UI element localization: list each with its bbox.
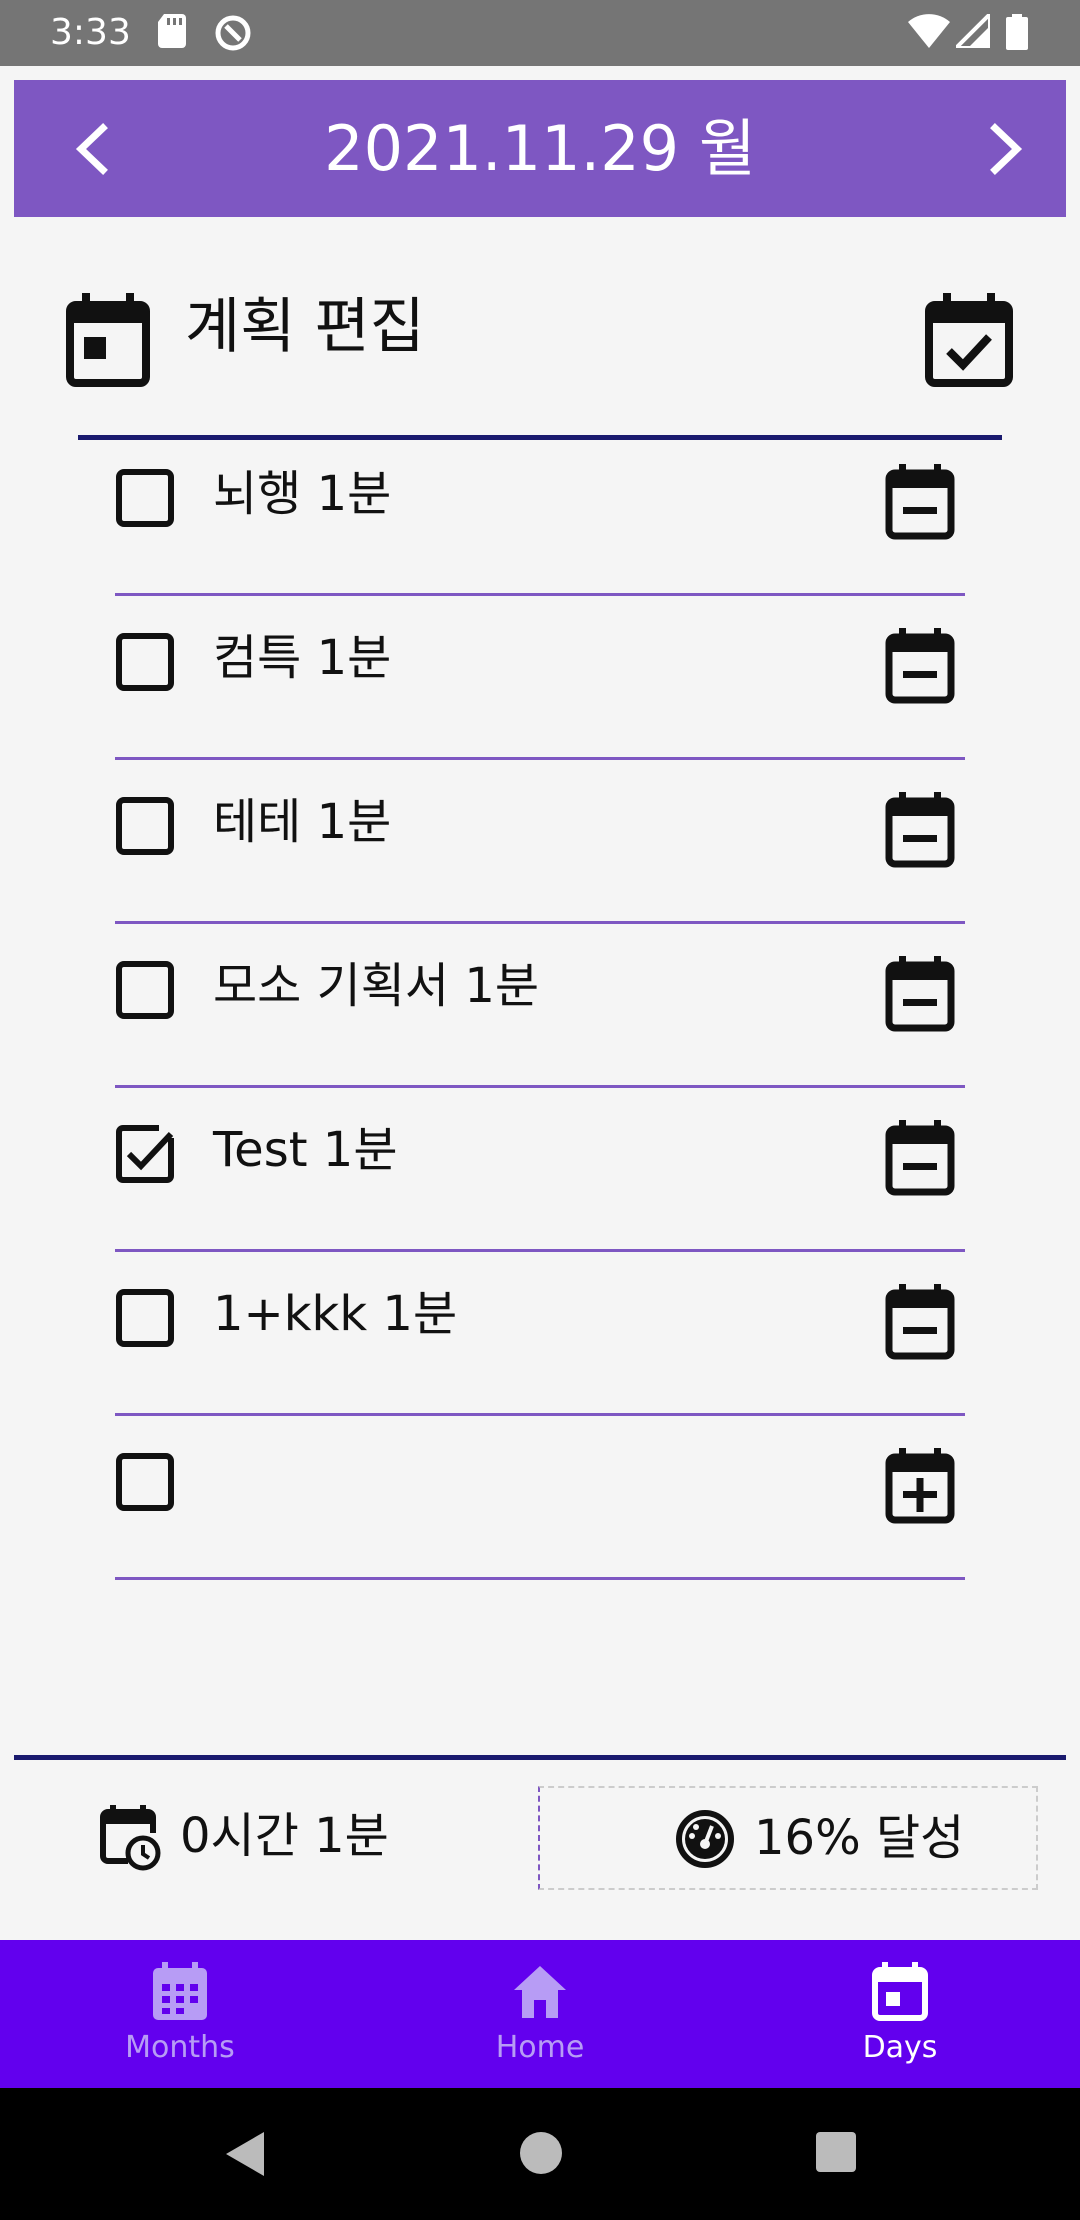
- sync-off-icon: [214, 14, 252, 56]
- task-label: 뇌행 1분: [213, 466, 392, 522]
- nav-home-label: Home: [495, 2030, 585, 2065]
- next-day-button[interactable]: [969, 114, 1039, 184]
- bottom-navigation: Months Home Days: [0, 1940, 1080, 2088]
- nav-months[interactable]: Months: [0, 1940, 360, 2088]
- calendar-plus-icon[interactable]: [885, 1448, 955, 1528]
- calendar-month-icon: [150, 1962, 210, 2026]
- task-checkbox[interactable]: [115, 1452, 175, 1512]
- status-time: 3:33: [50, 12, 131, 53]
- task-label: 1+kkk 1분: [213, 1286, 458, 1342]
- task-label: 컴특 1분: [213, 630, 392, 686]
- total-time-value: 0시간 1분: [180, 1808, 389, 1864]
- nav-months-label: Months: [125, 2030, 235, 2065]
- home-circle-icon[interactable]: [518, 2130, 564, 2180]
- task-row: 모소 기획서 1분: [115, 924, 965, 1088]
- calendar-day-icon: [870, 1962, 930, 2026]
- calendar-minus-icon[interactable]: [885, 792, 955, 872]
- task-label: 모소 기획서 1분: [213, 958, 540, 1014]
- system-navigation-bar: [0, 2088, 1080, 2220]
- date-header: 2021.11.29 월: [14, 80, 1066, 217]
- task-row: 뇌행 1분: [115, 432, 965, 596]
- calendar-minus-icon[interactable]: [885, 628, 955, 708]
- speedometer-icon: [674, 1808, 736, 1874]
- cell-signal-icon: [951, 9, 992, 52]
- home-icon: [510, 1962, 570, 2026]
- task-row: 테테 1분: [115, 760, 965, 924]
- achievement-stat: 16% 달성: [538, 1786, 1038, 1890]
- calendar-minus-icon[interactable]: [885, 1120, 955, 1200]
- current-date: 2021.11.29 월: [324, 112, 756, 185]
- nav-days[interactable]: Days: [720, 1940, 1080, 2088]
- task-label: Test 1분: [213, 1122, 398, 1178]
- calendar-today-icon: [66, 293, 150, 391]
- task-label: 테테 1분: [213, 794, 392, 850]
- sd-card-icon: [158, 14, 188, 52]
- nav-days-label: Days: [862, 2030, 938, 2065]
- wifi-icon: [908, 14, 950, 52]
- task-checkbox[interactable]: [115, 796, 175, 856]
- task-checkbox-checked[interactable]: [115, 1124, 175, 1184]
- page-title: 계획 편집: [185, 292, 425, 362]
- task-row-new: [115, 1416, 965, 1580]
- task-row: 1+kkk 1분: [115, 1252, 965, 1416]
- calendar-check-button[interactable]: [925, 293, 1013, 391]
- footer-divider: [14, 1755, 1066, 1760]
- calendar-minus-icon[interactable]: [885, 464, 955, 544]
- back-icon[interactable]: [222, 2130, 266, 2182]
- calendar-clock-icon: [100, 1805, 162, 1875]
- task-row: Test 1분: [115, 1088, 965, 1252]
- achievement-value: 16% 달성: [754, 1810, 965, 1866]
- battery-icon: [1006, 14, 1028, 54]
- calendar-minus-icon[interactable]: [885, 956, 955, 1036]
- overview-square-icon[interactable]: [814, 2130, 858, 2178]
- nav-home[interactable]: Home: [360, 1940, 720, 2088]
- plan-edit-header: 계획 편집: [0, 285, 1080, 395]
- task-checkbox[interactable]: [115, 468, 175, 528]
- task-checkbox[interactable]: [115, 632, 175, 692]
- task-row: 컴특 1분: [115, 596, 965, 760]
- status-bar: 3:33: [0, 0, 1080, 66]
- task-checkbox[interactable]: [115, 1288, 175, 1348]
- calendar-minus-icon[interactable]: [885, 1284, 955, 1364]
- task-checkbox[interactable]: [115, 960, 175, 1020]
